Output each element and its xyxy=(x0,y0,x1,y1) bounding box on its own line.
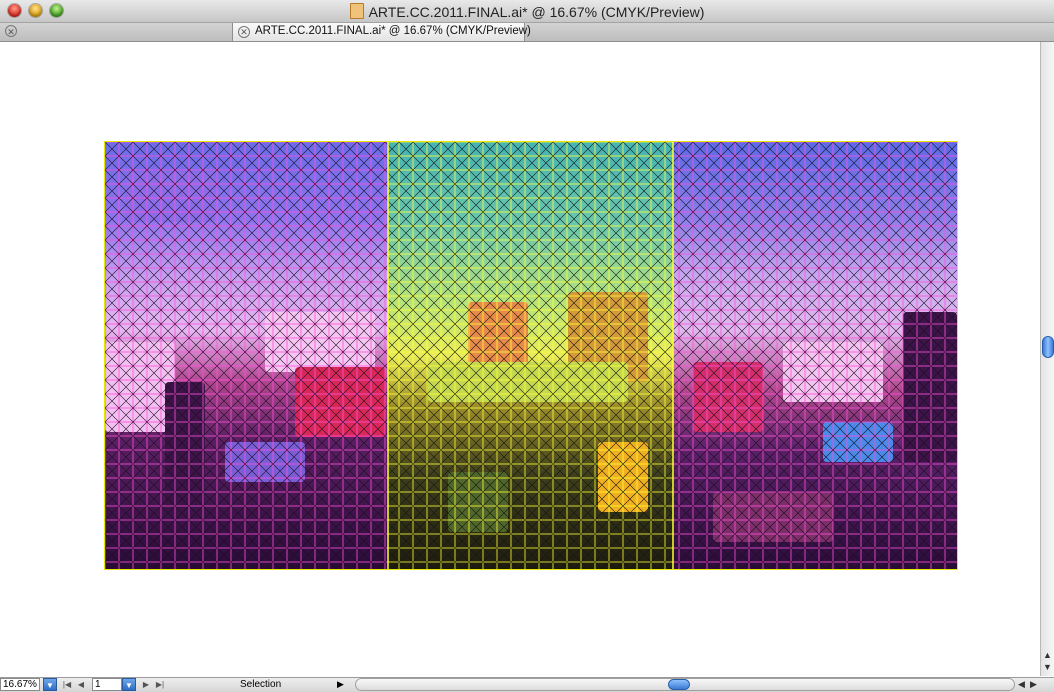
artboard-canvas[interactable] xyxy=(0,42,1040,676)
tab-close-icon[interactable]: ✕ xyxy=(238,26,250,38)
tab-label: ARTE.CC.2011.FINAL.ai* @ 16.67% (CMYK/Pr… xyxy=(255,25,531,37)
document-tab-strip: ✕ ✕ ARTE.CC.2011.FINAL.ai* @ 16.67% (CMY… xyxy=(0,23,1054,42)
status-menu-arrow-icon[interactable]: ▶ xyxy=(337,679,344,690)
horizontal-scroll-thumb[interactable] xyxy=(668,679,690,690)
selection-grid-overlay xyxy=(105,142,957,569)
document-icon xyxy=(349,3,364,19)
window-title: ARTE.CC.2011.FINAL.ai* @ 16.67% (CMYK/Pr… xyxy=(368,4,705,20)
chevron-down-icon[interactable]: ▼ xyxy=(43,678,57,691)
title-bar: ARTE.CC.2011.FINAL.ai* @ 16.67% (CMYK/Pr… xyxy=(0,0,1054,23)
artwork-selection[interactable] xyxy=(104,141,958,570)
window-title-container: ARTE.CC.2011.FINAL.ai* @ 16.67% (CMYK/Pr… xyxy=(0,3,1054,20)
vertical-scrollbar[interactable]: ▲ ▼ xyxy=(1040,42,1054,676)
status-bar: 16.67% ▼ |◀ ◀ 1 ▼ ▶ ▶| Selection ▶ ◀ ▶ xyxy=(0,677,1054,692)
first-artboard-icon[interactable]: |◀ xyxy=(61,679,73,690)
zoom-level-field[interactable]: 16.67% xyxy=(0,678,40,691)
artboard-number-field[interactable]: 1 xyxy=(92,678,122,691)
chevron-down-icon[interactable]: ▼ xyxy=(122,678,136,691)
last-artboard-icon[interactable]: ▶| xyxy=(154,679,166,690)
previous-artboard-icon[interactable]: ◀ xyxy=(75,679,87,690)
tab-document[interactable]: ✕ ARTE.CC.2011.FINAL.ai* @ 16.67% (CMYK/… xyxy=(232,23,531,41)
status-text: Selection xyxy=(240,679,282,690)
scroll-down-arrow-icon[interactable]: ▼ xyxy=(1043,663,1052,672)
scroll-up-arrow-icon[interactable]: ▲ xyxy=(1043,651,1052,660)
horizontal-scrollbar[interactable] xyxy=(355,678,1015,691)
close-icon[interactable]: ✕ xyxy=(5,25,17,37)
scroll-right-arrow-icon[interactable]: ▶ xyxy=(1030,679,1037,690)
scroll-left-arrow-icon[interactable]: ◀ xyxy=(1018,679,1025,690)
next-artboard-icon[interactable]: ▶ xyxy=(140,679,152,690)
vertical-scroll-thumb[interactable] xyxy=(1042,336,1054,358)
